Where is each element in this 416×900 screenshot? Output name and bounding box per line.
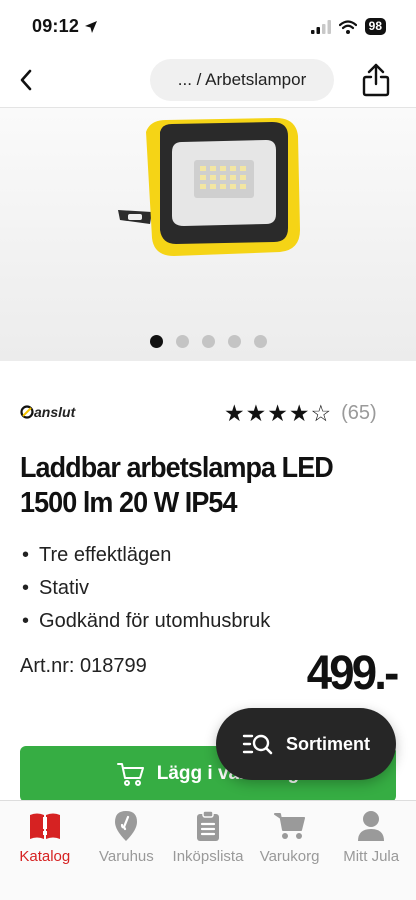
tab-label: Varuhus (99, 848, 154, 865)
feature-item: Stativ (22, 572, 270, 605)
wifi-icon (338, 19, 357, 34)
sortiment-label: Sortiment (285, 733, 370, 754)
chevron-left-icon (20, 69, 32, 91)
star-full-icon: ★ (245, 400, 267, 426)
cart-icon (116, 763, 144, 786)
list-search-icon (242, 734, 273, 755)
signal-icon (310, 19, 331, 34)
tab-varukorg[interactable]: Varukorg (249, 801, 331, 900)
back-button[interactable] (4, 58, 48, 102)
brand-logo[interactable]: anslut (20, 404, 75, 420)
tab-label: Inköpslista (172, 848, 244, 865)
product-title: Laddbar arbetslampa LED 1500 lm 20 W IP5… (20, 451, 373, 521)
article-number: Art.nr: 018799 (20, 655, 147, 677)
cart-icon (272, 809, 308, 843)
feature-item: Godkänd för utomhusbruk (22, 605, 270, 638)
user-icon (353, 809, 389, 843)
star-half-icon: ☆ (310, 400, 332, 426)
share-button[interactable] (356, 57, 396, 103)
feature-list: Tre effektlägen Stativ Godkänd för utomh… (22, 539, 270, 638)
brand-logo-mark (20, 405, 34, 419)
product-image (118, 118, 300, 256)
location-arrow-icon (85, 20, 98, 33)
sortiment-button[interactable]: Sortiment (216, 708, 396, 780)
tab-label: Mitt Jula (343, 848, 400, 865)
status-time-wrap: 09:12 (32, 16, 98, 37)
star-full-icon: ★ (288, 400, 310, 426)
status-time: 09:12 (32, 16, 80, 36)
breadcrumb[interactable]: ... / Arbetslampor (150, 59, 334, 101)
carousel-dot[interactable] (201, 335, 215, 348)
share-icon (362, 63, 390, 97)
product-image-gallery[interactable] (0, 108, 416, 361)
catalog-book-icon (27, 809, 63, 843)
star-full-icon: ★ (267, 400, 288, 426)
rating-stars: ★ ★ ★ ★ ☆ (224, 400, 331, 426)
rating-count: (65) (341, 401, 377, 424)
tab-label: Katalog (19, 848, 71, 865)
nav-bar: ... / Arbetslampor (0, 52, 416, 108)
tab-inkopslista[interactable]: Inköpslista (167, 801, 249, 900)
tab-katalog[interactable]: Katalog (4, 801, 86, 900)
star-full-icon: ★ (224, 400, 245, 426)
clipboard-list-icon (190, 809, 226, 843)
product-title-line2: 1500 lm 20 W IP54 (20, 487, 238, 519)
carousel-dot[interactable] (175, 335, 189, 348)
carousel-dot[interactable] (227, 335, 241, 348)
status-indicators: 98 (310, 18, 386, 35)
carousel-dot[interactable] (149, 335, 163, 348)
tab-bar: Katalog Varuhus Inköpslista Varukorg Mit… (0, 800, 416, 900)
carousel-dot[interactable] (253, 335, 267, 348)
tab-label: Varukorg (259, 848, 320, 865)
battery-indicator: 98 (364, 18, 386, 35)
tab-mitt-jula[interactable]: Mitt Jula (330, 801, 412, 900)
tab-varuhus[interactable]: Varuhus (86, 801, 168, 900)
carousel-dots (0, 335, 416, 348)
brand-name: anslut (34, 404, 76, 420)
product-title-line1: Laddbar arbetslampa LED (20, 452, 334, 484)
status-bar: 09:12 98 (0, 0, 416, 52)
map-pin-icon (108, 809, 144, 843)
price: 499.- (306, 647, 399, 700)
feature-item: Tre effektlägen (22, 539, 270, 572)
product-rating[interactable]: ★ ★ ★ ★ ☆ (65) (224, 400, 377, 426)
